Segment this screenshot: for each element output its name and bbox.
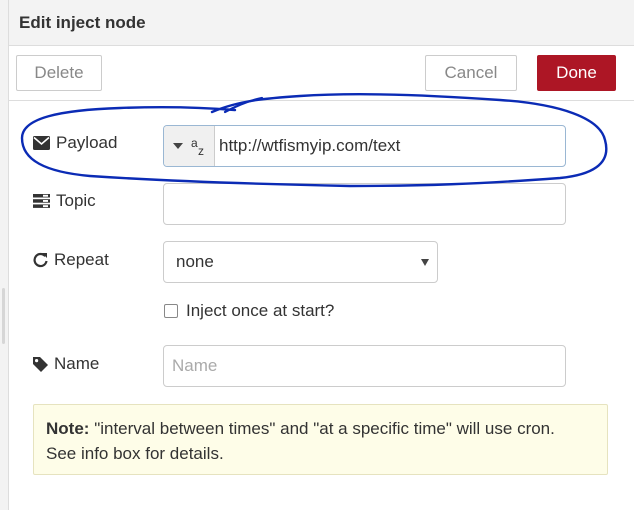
name-label-text: Name — [54, 354, 100, 373]
tray-header: Edit inject node — [9, 0, 634, 46]
payload-label: Payload — [33, 133, 117, 153]
done-button[interactable]: Done — [537, 55, 616, 91]
note-title: Note: — [46, 419, 90, 438]
payload-label-text: Payload — [56, 133, 118, 152]
payload-value[interactable]: http://wtfismyip.com/text — [215, 136, 400, 156]
caret-down-icon — [421, 259, 429, 266]
repeat-select[interactable]: none — [163, 241, 438, 283]
tray-toolbar: Delete Cancel Done — [9, 46, 634, 101]
repeat-icon — [33, 252, 48, 268]
inject-once-label: Inject once at start? — [186, 301, 335, 320]
repeat-selected: none — [176, 252, 214, 271]
inject-once-row[interactable]: Inject once at start? — [164, 301, 334, 321]
inject-once-checkbox[interactable] — [164, 304, 178, 318]
note-text-2: See info box for details. — [46, 444, 224, 463]
resize-handle[interactable] — [2, 288, 5, 344]
sidebar-edge — [0, 0, 9, 510]
payload-typed-input[interactable]: az http://wtfismyip.com/text — [163, 125, 566, 167]
delete-button[interactable]: Delete — [16, 55, 102, 91]
topic-label: Topic — [33, 191, 96, 211]
tag-icon — [33, 356, 48, 372]
string-type-icon: az — [191, 136, 204, 158]
envelope-icon — [33, 136, 50, 150]
cancel-button[interactable]: Cancel — [425, 55, 517, 91]
topic-input[interactable] — [163, 183, 566, 225]
edit-tray: Edit inject node Delete Cancel Done Payl… — [9, 0, 634, 510]
page-title: Edit inject node — [19, 12, 146, 32]
repeat-label-text: Repeat — [54, 250, 109, 269]
name-label: Name — [33, 354, 99, 374]
note-text: "interval between times" and "at a speci… — [94, 419, 555, 438]
repeat-label: Repeat — [33, 250, 109, 270]
caret-down-icon — [173, 143, 183, 149]
topic-label-text: Topic — [56, 191, 96, 210]
tasks-icon — [33, 194, 50, 208]
name-placeholder: Name — [172, 356, 218, 375]
note-box: Note: "interval between times" and "at a… — [33, 404, 608, 475]
name-input[interactable]: Name — [163, 345, 566, 387]
payload-type-selector[interactable]: az — [164, 126, 215, 166]
